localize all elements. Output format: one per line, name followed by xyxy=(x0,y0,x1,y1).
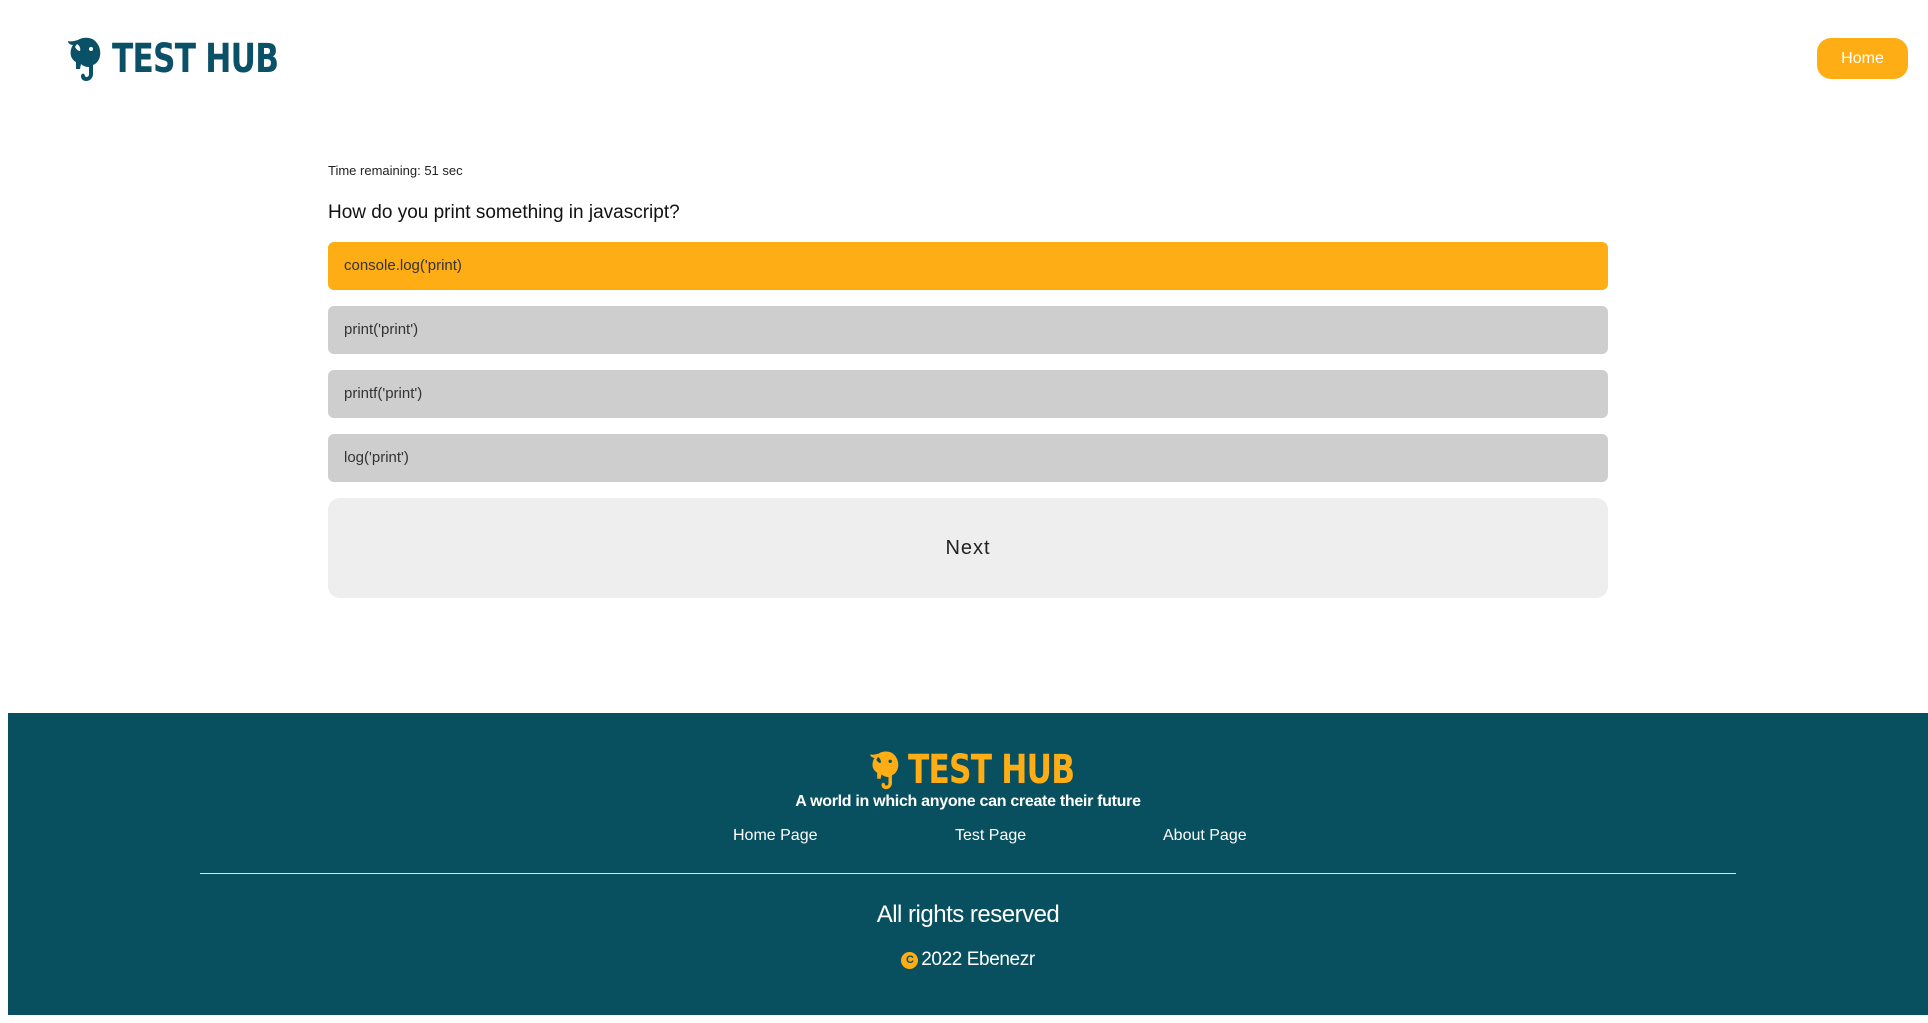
next-button[interactable]: Next xyxy=(328,498,1608,598)
rights-text: All rights reserved xyxy=(876,901,1060,928)
footer-nav: Home Page Test Page About Page xyxy=(8,827,1928,851)
home-button[interactable]: Home xyxy=(1817,38,1908,79)
logo-text: TEST HUB xyxy=(112,36,279,82)
site-header: TEST HUB Home xyxy=(0,0,1928,120)
answer-option-3[interactable]: printf('print') xyxy=(328,370,1608,418)
footer-logo-text: TEST HUB xyxy=(908,747,1075,793)
elephant-icon xyxy=(68,37,101,81)
footer-link-home[interactable]: Home Page xyxy=(733,827,818,845)
site-logo[interactable]: TEST HUB xyxy=(66,34,325,84)
quiz-panel: Time remaining: 51 sec How do you print … xyxy=(328,160,1608,598)
footer-logo[interactable]: TEST HUB xyxy=(8,745,1928,795)
footer-link-about[interactable]: About Page xyxy=(1163,827,1247,845)
footer-link-test[interactable]: Test Page xyxy=(955,827,1026,845)
copyright: C 2022 Ebenezr xyxy=(8,949,1928,971)
copyright-text: 2022 Ebenezr xyxy=(921,949,1035,970)
footer-tagline: A world in which anyone can create their… xyxy=(795,793,1141,810)
site-footer: TEST HUB A world in which anyone can cre… xyxy=(8,713,1928,1015)
answer-option-2[interactable]: print('print') xyxy=(328,306,1608,354)
time-remaining: Time remaining: 51 sec xyxy=(328,163,463,178)
answer-option-1[interactable]: console.log('print) xyxy=(328,242,1608,290)
answer-options: console.log('print) print('print') print… xyxy=(328,242,1608,498)
question-text: How do you print something in javascript… xyxy=(328,202,680,223)
answer-option-4[interactable]: log('print') xyxy=(328,434,1608,482)
elephant-icon xyxy=(870,751,899,790)
copyright-icon: C xyxy=(901,951,919,969)
footer-divider xyxy=(200,873,1736,874)
